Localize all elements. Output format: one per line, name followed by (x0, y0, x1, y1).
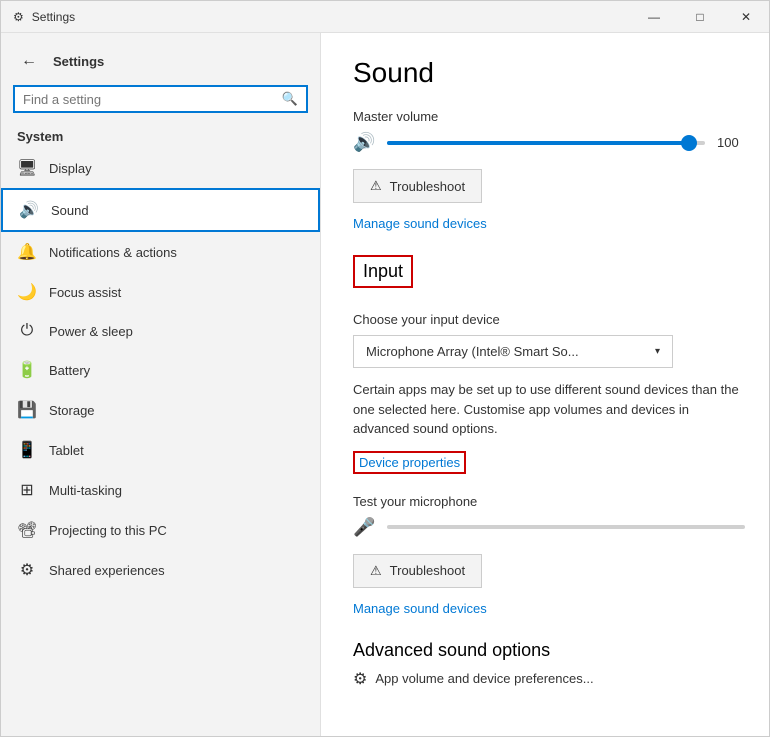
volume-row: 🔊 100 (353, 132, 745, 153)
window-title: Settings (32, 10, 75, 24)
troubleshoot-label-2: Troubleshoot (390, 563, 465, 578)
troubleshoot-label-1: Troubleshoot (390, 179, 465, 194)
troubleshoot-button-2[interactable]: ⚠ Troubleshoot (353, 554, 482, 588)
device-properties-link[interactable]: Device properties (353, 451, 466, 474)
back-button[interactable]: ← (13, 45, 45, 77)
volume-slider-track[interactable] (387, 141, 705, 145)
sidebar-item-tablet[interactable]: 📱 Tablet (1, 430, 320, 470)
main-content: Sound Master volume 🔊 100 ⚠ Troubleshoot… (321, 33, 769, 736)
projecting-icon: 📽 (17, 520, 37, 540)
sidebar-label-sound: Sound (51, 203, 89, 218)
minimize-button[interactable]: — (631, 1, 677, 33)
sidebar-item-projecting[interactable]: 📽 Projecting to this PC (1, 510, 320, 550)
title-bar: ⚙ Settings — □ ✕ (1, 1, 769, 33)
advanced-title: Advanced sound options (353, 640, 745, 661)
info-text: Certain apps may be set up to use differ… (353, 380, 745, 439)
sidebar-item-sound[interactable]: 🔊 Sound (1, 188, 320, 232)
sound-icon: 🔊 (19, 200, 39, 220)
sidebar-item-notifications[interactable]: 🔔 Notifications & actions (1, 232, 320, 272)
mic-level-track (387, 525, 745, 529)
dropdown-value: Microphone Array (Intel® Smart So... (366, 344, 579, 359)
sidebar-label-focus: Focus assist (49, 285, 121, 300)
manage-sound-link-2[interactable]: Manage sound devices (353, 601, 487, 616)
close-button[interactable]: ✕ (723, 1, 769, 33)
search-input[interactable] (23, 92, 276, 107)
multitasking-icon: ⊞ (17, 480, 37, 500)
mic-icon: 🎤 (353, 517, 375, 538)
warning-icon-2: ⚠ (370, 563, 382, 579)
warning-icon-1: ⚠ (370, 178, 382, 194)
sidebar-item-display[interactable]: 🖥 Display (1, 148, 320, 188)
storage-icon: 💾 (17, 400, 37, 420)
volume-icon: 🔊 (353, 132, 375, 153)
maximize-button[interactable]: □ (677, 1, 723, 33)
sidebar-label-tablet: Tablet (49, 443, 84, 458)
sidebar-item-battery[interactable]: 🔋 Battery (1, 350, 320, 390)
troubleshoot-button-1[interactable]: ⚠ Troubleshoot (353, 169, 482, 203)
tablet-icon: 📱 (17, 440, 37, 460)
sidebar-label-multitasking: Multi-tasking (49, 483, 122, 498)
sidebar-item-storage[interactable]: 💾 Storage (1, 390, 320, 430)
volume-slider-thumb[interactable] (681, 135, 697, 151)
advanced-row: ⚙ App volume and device preferences... (353, 669, 745, 689)
volume-value: 100 (717, 135, 745, 150)
mic-row: 🎤 (353, 517, 745, 538)
shared-icon: ⚙ (17, 560, 37, 580)
battery-icon: 🔋 (17, 360, 37, 380)
choose-device-label: Choose your input device (353, 312, 745, 327)
display-icon: 🖥 (17, 158, 37, 178)
power-icon: ⏻ (17, 322, 37, 340)
notifications-icon: 🔔 (17, 242, 37, 262)
sidebar-label-power: Power & sleep (49, 324, 133, 339)
system-label: System (1, 121, 320, 148)
sidebar-app-title: Settings (53, 54, 104, 69)
sidebar-label-display: Display (49, 161, 92, 176)
sidebar-item-focus[interactable]: 🌙 Focus assist (1, 272, 320, 312)
app-volume-icon: ⚙ (353, 669, 367, 689)
volume-slider-fill (387, 141, 689, 145)
page-title: Sound (353, 57, 745, 89)
sidebar-item-shared[interactable]: ⚙ Shared experiences (1, 550, 320, 590)
advanced-row-label: App volume and device preferences... (375, 671, 593, 686)
focus-icon: 🌙 (17, 282, 37, 302)
master-volume-label: Master volume (353, 109, 745, 124)
search-icon: 🔍 (282, 91, 298, 107)
test-mic-label: Test your microphone (353, 494, 745, 509)
sidebar-label-notifications: Notifications & actions (49, 245, 177, 260)
sidebar-label-battery: Battery (49, 363, 90, 378)
input-heading: Input (353, 255, 413, 288)
input-device-dropdown[interactable]: Microphone Array (Intel® Smart So... ▾ (353, 335, 673, 368)
sidebar-label-shared: Shared experiences (49, 563, 165, 578)
search-box[interactable]: 🔍 (13, 85, 308, 113)
sidebar-label-storage: Storage (49, 403, 95, 418)
window-icon: ⚙ (13, 10, 24, 24)
manage-sound-link-1[interactable]: Manage sound devices (353, 216, 487, 231)
sidebar-item-multitasking[interactable]: ⊞ Multi-tasking (1, 470, 320, 510)
chevron-down-icon: ▾ (655, 346, 660, 357)
sidebar-label-projecting: Projecting to this PC (49, 523, 167, 538)
sidebar-item-power[interactable]: ⏻ Power & sleep (1, 312, 320, 350)
sidebar: ← Settings 🔍 System 🖥 Display 🔊 Sound 🔔 … (1, 33, 321, 736)
